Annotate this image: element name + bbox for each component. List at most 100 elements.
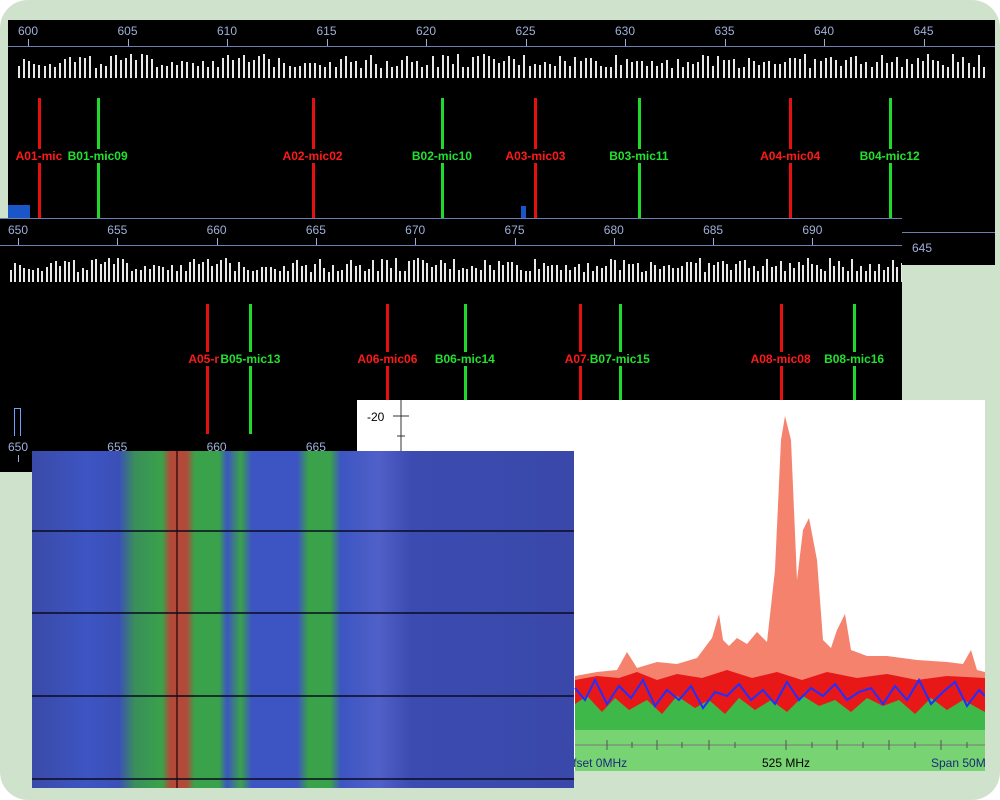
waterfall-image bbox=[32, 451, 574, 788]
channel-marker-label[interactable]: A03-mic03 bbox=[504, 149, 567, 163]
intermod-bar bbox=[627, 263, 630, 282]
intermod-bar bbox=[845, 60, 848, 78]
intermod-bar bbox=[855, 270, 858, 282]
frequency-tick-label: 635 bbox=[714, 24, 735, 46]
intermod-bar bbox=[900, 263, 902, 282]
intermod-bar bbox=[775, 266, 778, 282]
channel-marker-line[interactable] bbox=[205, 304, 209, 434]
span-label: Span 50M bbox=[931, 756, 985, 770]
intermod-bar bbox=[543, 61, 546, 78]
channel-marker-label[interactable]: B01-mic09 bbox=[66, 149, 129, 163]
channel-marker-label[interactable]: B06-mic14 bbox=[433, 352, 496, 366]
intermod-bar bbox=[916, 58, 919, 78]
intermod-bar bbox=[171, 265, 174, 282]
intermod-bar bbox=[503, 60, 505, 78]
intermod-bar bbox=[569, 269, 572, 282]
intermod-bar bbox=[360, 67, 363, 78]
intermod-bar bbox=[117, 258, 120, 282]
intermod-bar bbox=[748, 268, 751, 282]
intermod-bar bbox=[332, 265, 335, 282]
intermod-bar bbox=[743, 260, 746, 282]
intermod-bar bbox=[68, 261, 71, 282]
intermod-bar bbox=[757, 270, 760, 282]
intermod-bar bbox=[451, 64, 454, 78]
intermod-bar bbox=[453, 259, 456, 282]
intermod-bar bbox=[408, 260, 411, 282]
waterfall-display[interactable] bbox=[32, 451, 574, 788]
intermod-bar bbox=[484, 260, 487, 282]
intermod-bar bbox=[43, 65, 46, 78]
intermod-bar bbox=[846, 271, 849, 282]
channel-marker-label[interactable]: A04-mic04 bbox=[759, 149, 822, 163]
channel-marker-label[interactable]: B05-mic13 bbox=[219, 352, 282, 366]
intermod-bar bbox=[663, 265, 666, 282]
intermod-bar bbox=[578, 264, 581, 282]
intermod-bar bbox=[618, 270, 621, 282]
intermod-bar bbox=[828, 258, 831, 282]
intermod-bar bbox=[63, 261, 66, 282]
frequency-tick-label: 685 bbox=[703, 223, 724, 245]
intermod-bar bbox=[865, 62, 868, 78]
intermod-bar bbox=[878, 263, 881, 282]
intermod-bar bbox=[59, 266, 62, 282]
intermod-bar bbox=[742, 66, 745, 78]
intermod-bar bbox=[712, 265, 715, 282]
intermod-bar bbox=[667, 264, 670, 282]
intermod-bar bbox=[345, 264, 348, 282]
intermod-bar bbox=[850, 57, 853, 78]
intermod-bar bbox=[287, 270, 290, 282]
intermod-bar bbox=[314, 63, 317, 78]
intermod-bar bbox=[115, 55, 117, 78]
span-offset-label: ffset 0MHz bbox=[570, 756, 627, 770]
intermod-bar bbox=[86, 270, 89, 282]
intermod-bar bbox=[421, 259, 424, 282]
intermod-bar bbox=[282, 265, 285, 282]
frequency-tick-label: 625 bbox=[515, 24, 536, 46]
intermod-bar bbox=[962, 57, 965, 78]
intermod-bar bbox=[839, 65, 842, 78]
channel-marker-label[interactable]: B04-mic12 bbox=[858, 149, 921, 163]
channel-marker-label[interactable]: B03-mic11 bbox=[608, 149, 670, 163]
intermod-bar bbox=[666, 60, 669, 78]
intermod-bar bbox=[783, 62, 786, 78]
intermod-bar bbox=[726, 263, 728, 282]
intermod-bar bbox=[375, 64, 378, 78]
channel-marker-label[interactable]: B02-mic10 bbox=[410, 149, 473, 163]
intermod-bar bbox=[224, 258, 227, 282]
channel-marker-label[interactable]: A08-mic08 bbox=[749, 352, 812, 366]
intermod-bar bbox=[982, 66, 985, 78]
intermod-bar bbox=[579, 61, 582, 78]
intermod-bar bbox=[977, 54, 980, 78]
intermod-bar bbox=[196, 65, 199, 78]
intermod-bar bbox=[882, 269, 885, 282]
intermod-bar bbox=[323, 268, 326, 282]
intermod-bar bbox=[649, 262, 652, 282]
intermod-bar bbox=[324, 66, 327, 78]
channel-marker-label[interactable]: A06-mic06 bbox=[356, 352, 419, 366]
intermod-bar bbox=[694, 262, 697, 282]
intermod-bar bbox=[329, 61, 332, 78]
frequency-tick-label: 630 bbox=[614, 24, 636, 46]
intermod-bar bbox=[615, 55, 618, 78]
intermod-bar bbox=[479, 270, 482, 282]
intermod-bar bbox=[32, 269, 35, 282]
channel-marker-label[interactable]: A01-mic bbox=[14, 149, 64, 163]
intermod-bar bbox=[538, 65, 541, 78]
intermod-bar bbox=[260, 266, 263, 282]
intermod-bar bbox=[596, 265, 599, 282]
channel-marker-label[interactable]: B07-mic15 bbox=[588, 352, 651, 366]
channel-marker-line[interactable] bbox=[249, 304, 253, 434]
intermod-bar bbox=[518, 65, 521, 78]
intermod-bar bbox=[278, 57, 281, 78]
channel-marker-label[interactable]: A02-mic02 bbox=[281, 149, 344, 163]
intermod-bar bbox=[339, 58, 342, 78]
intermod-bar bbox=[625, 59, 628, 78]
intermod-bar bbox=[202, 261, 205, 282]
intermod-bar bbox=[23, 268, 26, 282]
intermod-bar bbox=[153, 264, 156, 282]
intermod-bar bbox=[758, 65, 761, 78]
intermod-bar bbox=[336, 270, 339, 282]
intermod-bar bbox=[708, 262, 711, 282]
channel-marker-label[interactable]: B08-mic16 bbox=[823, 352, 886, 366]
intermod-bar bbox=[166, 269, 169, 282]
